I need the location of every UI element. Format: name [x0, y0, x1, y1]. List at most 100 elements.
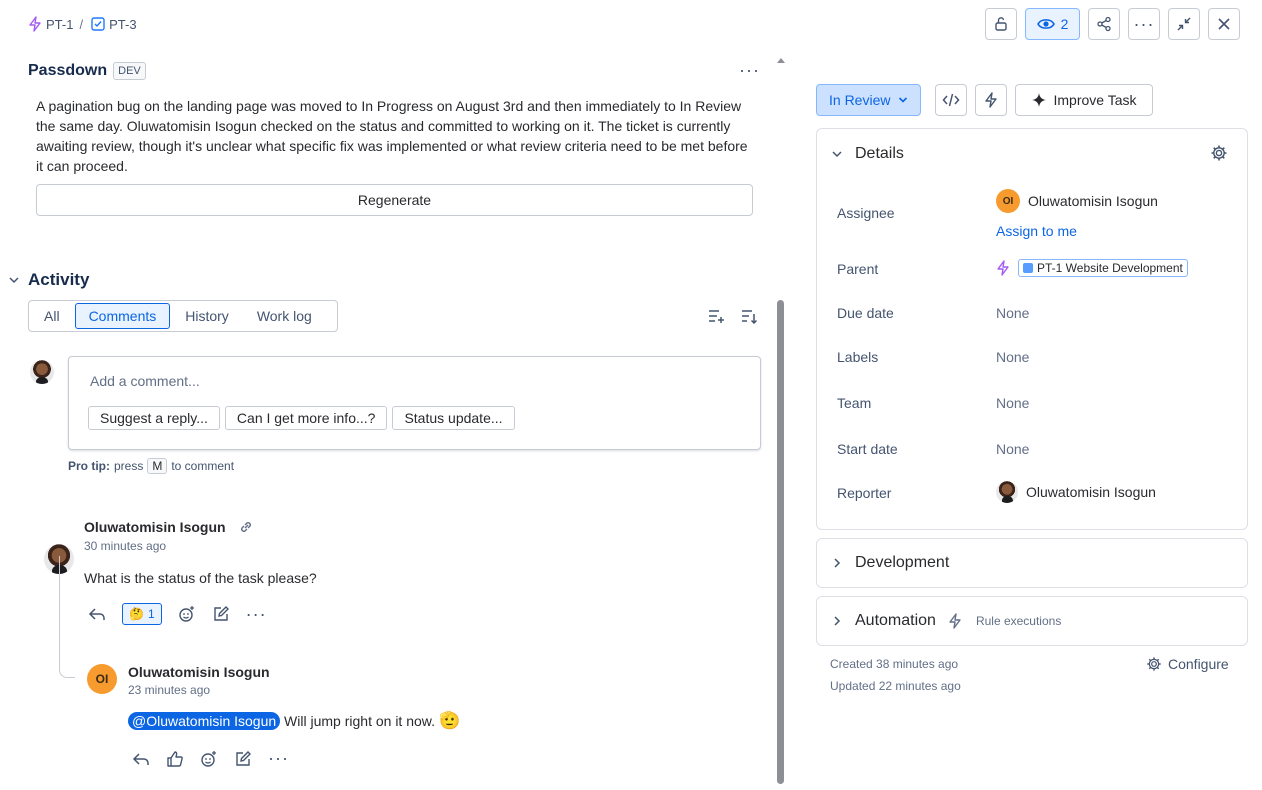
- sort-icon: [740, 307, 758, 325]
- thread-connector: [59, 556, 75, 678]
- passdown-more-button[interactable]: ···: [739, 60, 760, 81]
- lock-button[interactable]: [985, 8, 1017, 40]
- parent-color-swatch: [1023, 263, 1033, 273]
- regenerate-button[interactable]: Regenerate: [36, 184, 753, 216]
- breadcrumb-parent-link[interactable]: PT-1: [46, 17, 73, 32]
- current-user-avatar: [30, 360, 54, 384]
- reply-icon[interactable]: [88, 605, 106, 623]
- parent-chip[interactable]: PT-1 Website Development: [1018, 259, 1188, 277]
- edit-icon[interactable]: [234, 750, 252, 768]
- reporter-label: Reporter: [837, 485, 892, 501]
- due-date-value[interactable]: None: [996, 305, 1029, 321]
- share-button[interactable]: [1088, 8, 1120, 40]
- link-icon[interactable]: [238, 519, 254, 535]
- more-info-chip[interactable]: Can I get more info...?: [224, 406, 388, 430]
- watch-button[interactable]: 2: [1025, 8, 1080, 40]
- sparkle-icon: [1031, 93, 1046, 107]
- labels-label: Labels: [837, 349, 879, 365]
- status-update-chip[interactable]: Status update...: [392, 406, 515, 430]
- due-date-label: Due date: [837, 305, 894, 321]
- breadcrumb: PT-1 / PT-3: [28, 14, 137, 34]
- avatar[interactable]: OI: [87, 664, 117, 694]
- more-icon[interactable]: ···: [246, 604, 267, 625]
- more-icon[interactable]: ···: [268, 748, 289, 769]
- development-header[interactable]: Development: [831, 554, 949, 572]
- configure-button[interactable]: Configure: [1146, 656, 1229, 672]
- reporter-field[interactable]: Oluwatomisin Isogun: [996, 481, 1156, 503]
- filter-button[interactable]: [707, 307, 725, 325]
- comment-time: 30 minutes ago: [84, 539, 167, 553]
- suggest-reply-chip[interactable]: Suggest a reply...: [88, 406, 220, 430]
- details-header[interactable]: Details: [831, 145, 904, 163]
- development-panel[interactable]: Development: [816, 538, 1248, 588]
- updated-time: Updated 22 minutes ago: [830, 679, 961, 693]
- comment-text: Will jump right on it now.: [280, 713, 436, 729]
- comment-body: @Oluwatomisin Isogun Will jump right on …: [128, 711, 460, 731]
- comment-input[interactable]: Add a comment...: [90, 373, 200, 389]
- automation-title: Automation: [855, 612, 936, 629]
- lightning-icon: [984, 92, 998, 108]
- passdown-summary: A pagination bug on the landing page was…: [36, 98, 748, 174]
- tab-work-log[interactable]: Work log: [244, 303, 325, 329]
- rule-executions-label[interactable]: Rule executions: [976, 614, 1061, 628]
- start-date-value[interactable]: None: [996, 441, 1029, 457]
- improve-task-button[interactable]: Improve Task: [1015, 84, 1153, 116]
- comment-author[interactable]: Oluwatomisin Isogun: [84, 519, 226, 535]
- scrollbar-thumb[interactable]: [777, 300, 784, 784]
- pro-tip-post: to comment: [171, 459, 235, 473]
- env-tag: DEV: [113, 62, 146, 80]
- code-icon: [942, 92, 960, 108]
- tab-history[interactable]: History: [172, 303, 242, 329]
- development-title: Development: [855, 554, 950, 571]
- automation-header[interactable]: Automation Rule executions: [831, 612, 1061, 630]
- chevron-down-icon: [898, 95, 908, 105]
- tab-all[interactable]: All: [31, 303, 73, 329]
- reply-icon[interactable]: [132, 750, 150, 768]
- suggestion-chips: Suggest a reply... Can I get more info..…: [88, 406, 515, 430]
- reaction-count: 1: [147, 607, 155, 621]
- add-reaction-icon[interactable]: [200, 750, 218, 768]
- parent-field[interactable]: PT-1 Website Development: [996, 259, 1188, 277]
- breadcrumb-separator: /: [79, 16, 84, 32]
- automation-panel[interactable]: Automation Rule executions: [816, 596, 1248, 646]
- details-panel: Details Assignee OI Oluwatomisin Isogun …: [816, 128, 1248, 530]
- parent-epic-icon: [28, 16, 42, 32]
- improve-task-label: Improve Task: [1053, 92, 1137, 108]
- automation-button[interactable]: [975, 84, 1007, 116]
- activity-tabs: All Comments History Work log: [28, 300, 338, 332]
- minimize-button[interactable]: [1168, 8, 1200, 40]
- details-title: Details: [855, 145, 904, 162]
- configure-label: Configure: [1168, 656, 1229, 672]
- assignee-label: Assignee: [837, 205, 895, 221]
- edit-icon[interactable]: [212, 605, 230, 623]
- add-reaction-icon[interactable]: [178, 605, 196, 623]
- tab-comments[interactable]: Comments: [74, 303, 171, 329]
- activity-header[interactable]: Activity: [8, 270, 89, 290]
- user-mention[interactable]: @Oluwatomisin Isogun: [128, 712, 281, 730]
- close-button[interactable]: [1208, 8, 1240, 40]
- pro-tip: Pro tip: press M to comment: [68, 458, 234, 474]
- details-settings-button[interactable]: [1210, 144, 1228, 162]
- thumbs-up-icon[interactable]: [166, 750, 184, 768]
- comment-actions: 🤔 1 ···: [88, 603, 267, 625]
- task-type-icon: [91, 17, 105, 31]
- passdown-title: Passdown: [28, 62, 108, 79]
- gear-icon: [1146, 656, 1162, 672]
- sort-button[interactable]: [740, 307, 758, 325]
- team-value[interactable]: None: [996, 395, 1029, 411]
- comment-author[interactable]: Oluwatomisin Isogun: [128, 664, 270, 680]
- breadcrumb-current-link[interactable]: PT-3: [109, 17, 136, 32]
- more-actions-button[interactable]: ···: [1128, 8, 1160, 40]
- assign-to-me-link[interactable]: Assign to me: [996, 223, 1077, 239]
- comment-composer[interactable]: Add a comment... Suggest a reply... Can …: [68, 356, 761, 450]
- labels-value[interactable]: None: [996, 349, 1029, 365]
- status-label: In Review: [829, 92, 891, 108]
- code-button[interactable]: [935, 84, 967, 116]
- created-time: Created 38 minutes ago: [830, 657, 959, 671]
- comment-actions: ···: [132, 748, 289, 769]
- reaction-badge[interactable]: 🤔 1: [122, 603, 162, 625]
- status-dropdown[interactable]: In Review: [816, 84, 922, 116]
- team-label: Team: [837, 395, 872, 411]
- share-icon: [1096, 16, 1112, 32]
- assignee-field[interactable]: OI Oluwatomisin Isogun: [996, 189, 1158, 213]
